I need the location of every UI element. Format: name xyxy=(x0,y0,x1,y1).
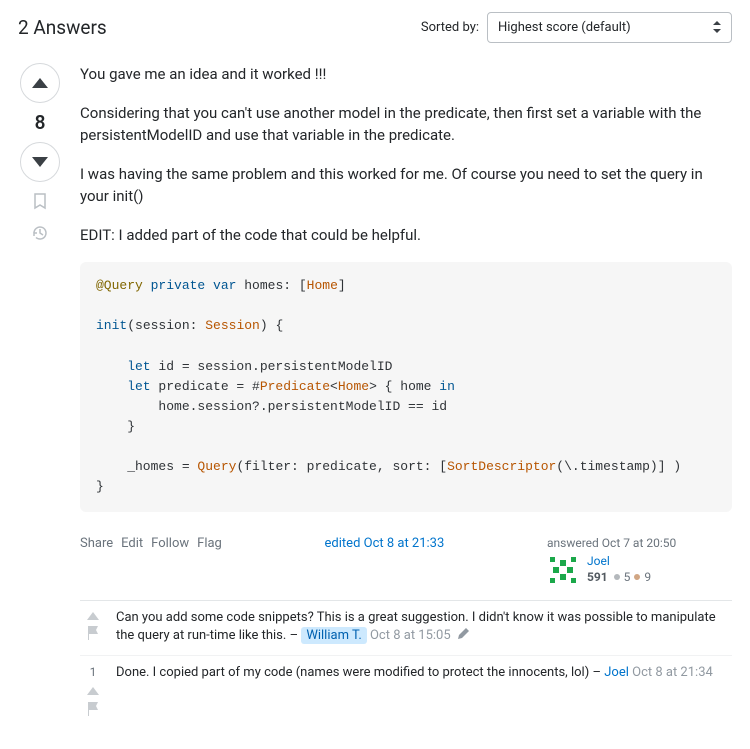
comment-flag-icon[interactable] xyxy=(87,626,99,647)
share-link[interactable]: Share xyxy=(80,536,113,551)
comment-time: Oct 8 at 15:05 xyxy=(370,628,451,643)
comment-text: Done. I copied part of my code (names we… xyxy=(116,665,589,680)
follow-link[interactable]: Follow xyxy=(151,536,189,551)
reputation-score: 591 xyxy=(587,570,608,584)
edit-link[interactable]: Edit xyxy=(121,536,143,551)
answered-time: answered Oct 7 at 20:50 xyxy=(547,536,732,550)
edited-link[interactable]: edited Oct 8 at 21:33 xyxy=(325,536,445,551)
answer-paragraph: I was having the same problem and this w… xyxy=(80,163,732,208)
upvote-button[interactable] xyxy=(20,63,60,103)
downvote-button[interactable] xyxy=(20,142,60,182)
comments-list: Can you add some code snippets? This is … xyxy=(80,600,732,731)
sort-caret-icon xyxy=(713,21,721,35)
comment-score: 1 xyxy=(90,664,97,681)
comment-flag-icon[interactable] xyxy=(87,702,99,723)
comment: 1 Done. I copied part of my code (names … xyxy=(80,656,732,730)
history-icon[interactable] xyxy=(31,224,49,246)
comment-upvote-icon[interactable] xyxy=(87,684,99,700)
bronze-badge-icon xyxy=(634,574,640,580)
pencil-icon xyxy=(458,628,469,643)
comment-user-link[interactable]: Joel xyxy=(604,665,629,680)
answer-paragraph: Considering that you can't use another m… xyxy=(80,102,732,147)
answers-count-heading: 2 Answers xyxy=(18,16,107,39)
flag-link[interactable]: Flag xyxy=(197,536,222,551)
bookmark-icon[interactable] xyxy=(32,192,48,214)
answer-paragraph: EDIT: I added part of the code that coul… xyxy=(80,224,732,247)
comment: Can you add some code snippets? This is … xyxy=(80,601,732,657)
owner-name-link[interactable]: Joel xyxy=(587,554,651,568)
comment-time: Oct 8 at 21:34 xyxy=(632,665,713,680)
code-block: @Query private var homes: [Home] init(se… xyxy=(80,262,732,512)
sort-label: Sorted by: xyxy=(421,20,479,35)
reputation-line: 591 5 9 xyxy=(587,570,651,584)
silver-badge-icon xyxy=(614,574,620,580)
comment-upvote-icon[interactable] xyxy=(87,609,99,625)
avatar[interactable] xyxy=(547,554,579,586)
sort-select[interactable]: Highest score (default) xyxy=(487,12,732,43)
vote-score: 8 xyxy=(35,111,46,134)
comment-user-link[interactable]: William T. xyxy=(301,627,366,644)
answer-paragraph: You gave me an idea and it worked !!! xyxy=(80,63,732,86)
sort-select-value: Highest score (default) xyxy=(498,20,631,35)
owner-card: answered Oct 7 at 20:50 xyxy=(547,536,732,586)
post-menu: Share Edit Follow Flag xyxy=(80,536,222,551)
